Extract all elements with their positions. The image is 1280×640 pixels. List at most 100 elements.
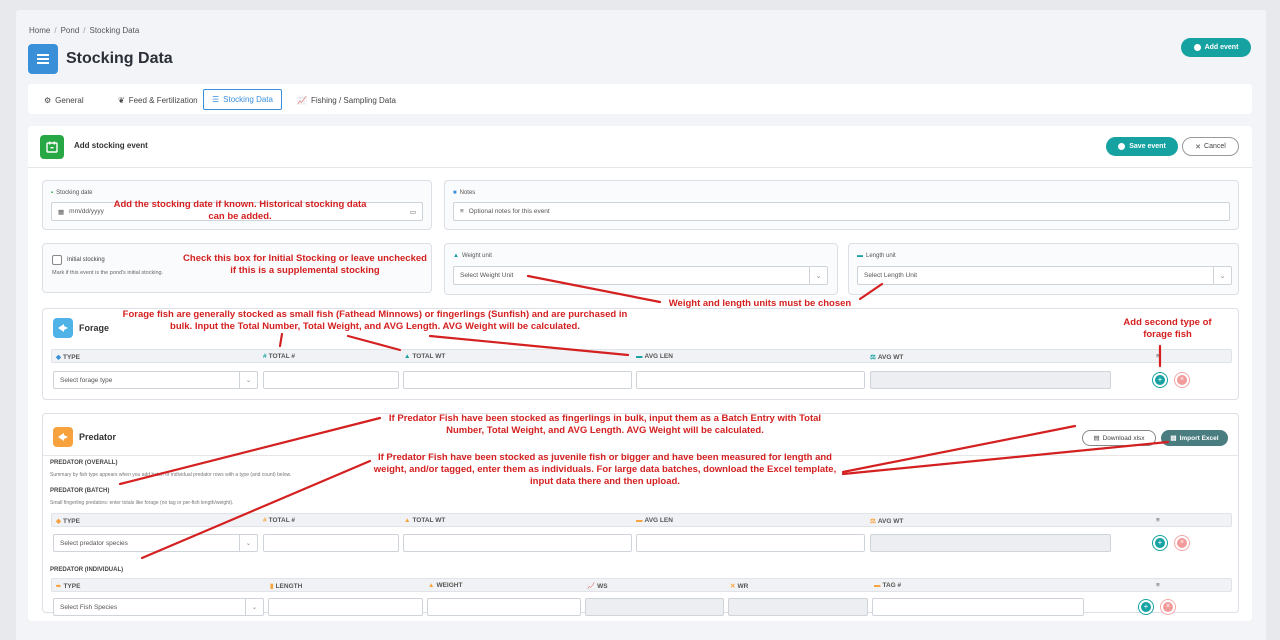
calendar-icon: [40, 135, 64, 159]
predator-individual-length-input[interactable]: [268, 598, 423, 616]
tab-stocking-label: Stocking Data: [223, 95, 273, 104]
forage-col-total-count: # TOTAL #: [263, 353, 295, 360]
download-xlsx-button[interactable]: ▤ Download xlsx: [1082, 430, 1156, 446]
batch-col-avg-wt: ⚖ AVG WT: [870, 517, 904, 526]
initial-stocking-label: Initial stocking: [67, 257, 105, 263]
tab-general-label: General: [55, 95, 84, 105]
predator-section: Predator ▤ Download xlsx ▤ Import Excel PR…: [42, 413, 1239, 616]
remove-forage-row-button[interactable]: ×: [1174, 372, 1190, 388]
predator-batch-type-placeholder: Select predator species: [60, 539, 128, 547]
cancel-button[interactable]: ✕ Cancel: [1182, 137, 1239, 156]
columns-menu-icon[interactable]: ≡: [1156, 582, 1160, 589]
predator-batch-type-select[interactable]: Select predator species ⌄: [53, 534, 258, 552]
notes-placeholder: Optional notes for this event: [468, 208, 550, 215]
columns-menu-icon[interactable]: ≡: [1156, 517, 1160, 524]
remove-predator-batch-row-button[interactable]: ×: [1174, 535, 1190, 551]
remove-predator-individual-row-button[interactable]: ×: [1160, 599, 1176, 615]
plus-icon: +: [1141, 602, 1151, 612]
forage-total-count-input[interactable]: [263, 371, 399, 389]
tab-stocking-data[interactable]: ☰ Stocking Data: [203, 89, 282, 110]
tab-general[interactable]: ⚙ General: [36, 90, 92, 110]
length-unit-select[interactable]: Select Length Unit ⌄: [857, 266, 1232, 285]
plus-icon: +: [1155, 375, 1165, 385]
predator-title: Predator: [79, 432, 117, 442]
save-event-button[interactable]: Save event: [1106, 137, 1178, 156]
ruler-icon: ▬: [857, 253, 863, 259]
chevron-down-icon: ⌄: [1213, 267, 1231, 284]
card-title: Add stocking event: [74, 141, 148, 150]
tab-fishing-label: Fishing / Sampling Data: [310, 95, 396, 105]
predator-batch-avg-len-input[interactable]: [636, 534, 865, 552]
plus-icon: +: [1155, 538, 1165, 548]
forage-col-avg-len: ▬ AVG LEN: [636, 353, 673, 360]
import-excel-label: Import Excel: [1179, 434, 1219, 442]
breadcrumb-home[interactable]: Home: [29, 26, 50, 35]
breadcrumb-current: Stocking Data: [89, 26, 140, 35]
predator-batch-heading: PREDATOR (BATCH): [50, 488, 110, 494]
annotation-predator-batch: If Predator Fish have been stocked as fi…: [380, 413, 830, 437]
tab-fishing-sampling[interactable]: 📈 Fishing / Sampling Data: [289, 90, 404, 110]
add-predator-batch-row-button[interactable]: +: [1152, 535, 1168, 551]
weight-unit-select[interactable]: Select Weight Unit ⌄: [453, 266, 828, 285]
annotation-batch-line1: If Predator Fish have been stocked as fi…: [388, 413, 822, 424]
add-predator-individual-row-button[interactable]: +: [1138, 599, 1154, 615]
annotation-indiv-line2: weight, and/or tagged, enter them as ind…: [373, 464, 837, 475]
weight-unit-label: ▲ Weight unit: [453, 253, 492, 259]
predator-individual-wr-readonly: [728, 598, 868, 616]
indiv-col-weight-label: WEIGHT: [436, 582, 463, 589]
batch-col-total-count: # TOTAL #: [263, 517, 295, 524]
indiv-col-length: ▮ LENGTH: [270, 582, 303, 591]
close-icon: ×: [1177, 538, 1187, 548]
align-left-icon: ≡: [460, 208, 464, 215]
page-title: Stocking Data: [66, 50, 173, 67]
calendar-small-icon: ▪: [51, 190, 54, 196]
predator-batch-header-row: ◆ TYPE # TOTAL # ▲ TOTAL WT ▬ AVG LEN ⚖ AVG W…: [51, 513, 1232, 527]
stocking-date-label-text: Stocking date: [56, 190, 93, 196]
initial-stocking-help: Mark if this event is the pond's initial…: [52, 270, 164, 276]
forage-avg-len-input[interactable]: [636, 371, 865, 389]
annotation-initial-line2: if this is a supplemental stocking: [230, 265, 380, 276]
length-unit-label-text: Length unit: [866, 253, 896, 259]
tab-feed-fertilization[interactable]: ❦ Feed & Fertilization: [110, 90, 206, 110]
predator-batch-total-wt-input[interactable]: [403, 534, 632, 552]
close-icon: ×: [1177, 375, 1187, 385]
add-event-button[interactable]: Add event: [1181, 38, 1251, 57]
predator-individual-type-select[interactable]: Select Fish Species ⌄: [53, 598, 264, 616]
stocking-date-label: ▪ Stocking date: [51, 190, 93, 196]
indiv-col-ws: 📈 WS: [587, 582, 608, 591]
indiv-col-tag-label: TAG #: [882, 582, 902, 589]
annotation-second-forage: Add second type of forage fish: [1110, 317, 1225, 341]
notes-label: ■ Notes: [453, 190, 475, 196]
batch-col-type: ◆ TYPE: [56, 517, 80, 526]
predator-individual-weight-input[interactable]: [427, 598, 581, 616]
initial-stocking-checkbox[interactable]: [52, 255, 62, 265]
predator-individual-ws-readonly: [585, 598, 724, 616]
predator-individual-tag-input[interactable]: [872, 598, 1084, 616]
length-unit-panel: ▬ Length unit Select Length Unit ⌄: [848, 243, 1239, 295]
calendar-input-icon: ▦: [58, 208, 65, 216]
chevron-down-icon: ⌄: [809, 267, 827, 284]
close-icon: ✕: [1195, 143, 1202, 151]
date-picker-icon[interactable]: ▭: [410, 208, 416, 216]
forage-total-wt-input[interactable]: [403, 371, 632, 389]
columns-menu-icon[interactable]: ≡: [1156, 353, 1160, 360]
forage-col-type: ◆ TYPE: [56, 353, 80, 362]
batch-col-total-count-label: TOTAL #: [268, 517, 295, 524]
annotation-forage-line1: Forage fish are generally stocked as sma…: [122, 309, 628, 320]
indiv-col-tag: ▬ TAG #: [874, 582, 902, 589]
add-forage-row-button[interactable]: +: [1152, 372, 1168, 388]
forage-col-type-label: TYPE: [63, 353, 80, 361]
batch-col-avg-len: ▬ AVG LEN: [636, 517, 673, 524]
chevron-down-icon: ⌄: [239, 535, 257, 551]
forage-type-placeholder: Select forage type: [60, 376, 113, 384]
notes-input[interactable]: ≡ Optional notes for this event: [453, 202, 1230, 221]
notes-label-text: Notes: [459, 190, 476, 196]
predator-batch-total-count-input[interactable]: [263, 534, 399, 552]
forage-type-select[interactable]: Select forage type ⌄: [53, 371, 258, 389]
import-excel-button[interactable]: ▤ Import Excel: [1161, 430, 1228, 446]
file-import-icon: ▤: [1170, 435, 1177, 442]
annotation-units: Weight and length units must be chosen: [668, 298, 852, 309]
predator-individual-heading: PREDATOR (INDIVIDUAL): [50, 567, 124, 573]
forage-col-total-wt-label: TOTAL WT: [412, 353, 446, 360]
breadcrumb-pond[interactable]: Pond: [61, 26, 80, 35]
